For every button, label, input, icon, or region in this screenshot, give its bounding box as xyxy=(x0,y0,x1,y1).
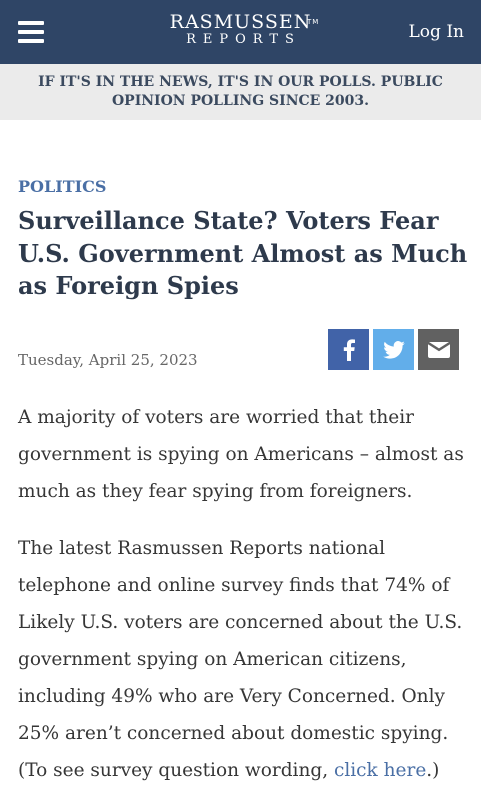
hamburger-menu-icon[interactable] xyxy=(18,21,44,43)
article-headline: Surveillance State? Voters Fear U.S. Gov… xyxy=(18,206,468,300)
survey-wording-link[interactable]: click here xyxy=(334,760,426,781)
logo-subtitle: REPORTS xyxy=(186,32,301,47)
site-tagline: IF IT'S IN THE NEWS, IT'S IN OUR POLLS. … xyxy=(0,64,481,120)
email-icon xyxy=(427,341,450,358)
category-link[interactable]: POLITICS xyxy=(18,177,106,196)
twitter-share-button[interactable] xyxy=(373,329,414,370)
twitter-icon xyxy=(382,340,405,359)
login-link[interactable]: Log In xyxy=(409,22,464,42)
top-navbar: RASMUSSEN TM REPORTS Log In xyxy=(0,0,481,64)
paragraph-2-end: .) xyxy=(426,760,440,781)
article-date: Tuesday, April 25, 2023 xyxy=(18,351,198,369)
article-paragraph-2: The latest Rasmussen Reports national te… xyxy=(18,530,468,789)
paragraph-2-text: The latest Rasmussen Reports national te… xyxy=(18,538,463,781)
logo-wordmark: RASMUSSEN TM xyxy=(169,11,320,33)
site-logo[interactable]: RASMUSSEN TM REPORTS xyxy=(169,11,320,48)
article-paragraph-1: A majority of voters are worried that th… xyxy=(18,407,464,502)
facebook-icon xyxy=(343,338,355,361)
email-share-button[interactable] xyxy=(418,329,459,370)
share-buttons xyxy=(328,329,459,370)
facebook-share-button[interactable] xyxy=(328,329,369,370)
